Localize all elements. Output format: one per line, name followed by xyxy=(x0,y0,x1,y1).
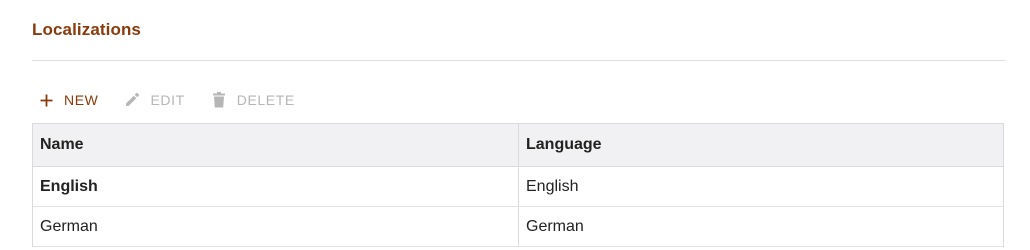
localizations-table: Name Language English English German Ger… xyxy=(32,123,1004,247)
edit-button-label: EDIT xyxy=(150,92,185,108)
new-button-label: NEW xyxy=(64,92,99,108)
section-title: Localizations xyxy=(32,20,141,39)
edit-button[interactable]: EDIT xyxy=(118,86,184,114)
table-cell-language: English xyxy=(526,177,579,195)
new-button[interactable]: NEW xyxy=(32,86,98,114)
delete-button-label: DELETE xyxy=(236,92,295,108)
toolbar: NEW EDIT DELETE xyxy=(32,86,315,114)
column-header-language[interactable]: Language xyxy=(519,124,1003,166)
pencil-icon xyxy=(124,92,140,108)
column-header-name[interactable]: Name xyxy=(33,124,519,166)
delete-button[interactable]: DELETE xyxy=(205,86,295,114)
table-row[interactable]: German German xyxy=(33,207,1003,247)
trash-icon xyxy=(211,92,227,108)
table-cell-name: English xyxy=(33,167,519,206)
table-cell-language: German xyxy=(526,217,584,235)
table-row[interactable]: English English xyxy=(33,167,1003,207)
plus-icon xyxy=(38,92,54,108)
table-header-row: Name Language xyxy=(33,124,1003,167)
table-cell-name: German xyxy=(33,207,519,246)
divider xyxy=(32,60,1005,61)
